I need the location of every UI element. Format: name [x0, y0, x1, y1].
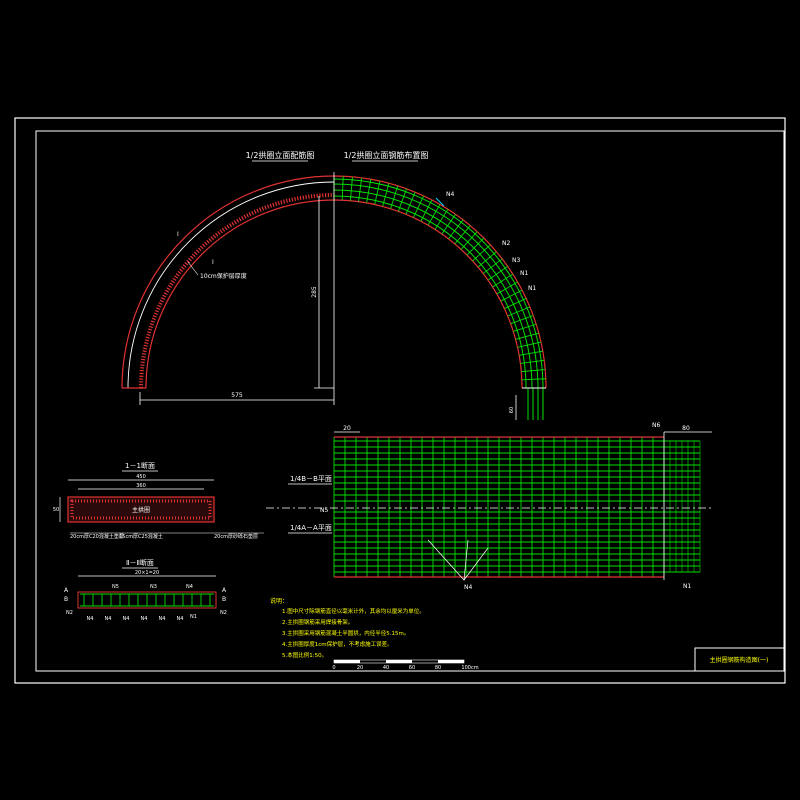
sec2-n4-marker: N4	[87, 616, 94, 622]
sec2-n4-row: N4 N4 N4 N4 N4 N4	[87, 616, 184, 622]
sec1-label-right: 20cm厚砂砾石垫层	[214, 533, 258, 540]
sec1-depth-text: 50	[53, 507, 59, 513]
note-4: 4.主拱圈厚度1cm保护层，不考虑施工误差。	[282, 640, 393, 648]
sec2-label-n2: N2	[66, 610, 73, 616]
sec2-n4-marker: N4	[105, 616, 112, 622]
rebar-radial-tie	[510, 315, 534, 325]
label-n2-arch: N2	[502, 240, 510, 247]
plan-view: 80 20 N6 N5 N1 N4	[266, 422, 712, 591]
label-n4-top: N4	[446, 191, 454, 198]
notes: 说明： 1.图中尺寸除钢筋直径以毫米计外，其余均以厘米为单位。 2.主拱圈钢筋采…	[270, 597, 425, 659]
sec1-label-mid: 15cm厚C25混凝土	[119, 533, 163, 540]
sec2-label-n5: N5	[112, 584, 119, 590]
plan-mesh	[333, 437, 701, 577]
sec2-label-n1: N1	[190, 614, 197, 620]
scale-seg-5	[438, 660, 464, 663]
label-i-bottom: I	[212, 259, 214, 266]
leg-dim-text: 60	[509, 407, 515, 413]
arch-hatch	[139, 193, 335, 389]
scale-seg-3	[386, 660, 412, 663]
plan-spacing-text: 20	[343, 425, 351, 432]
title-sec-1: 1－1断面	[125, 461, 155, 470]
rebar-radial-tie	[405, 191, 416, 215]
arch-rebar-line	[127, 181, 335, 389]
left-half-arch	[121, 175, 335, 389]
sec1-center-label: 主拱圈	[132, 506, 150, 514]
label-n4-plan: N4	[464, 584, 472, 591]
rebar-radial-tie	[441, 214, 456, 235]
scale-tick-1: 20	[357, 665, 363, 671]
right-half-arch	[333, 175, 547, 420]
sec1-inner-text: 360	[136, 483, 146, 489]
sec1-label-left: 20cm厚C20混凝土垫层	[70, 533, 124, 540]
sec2-label-n4: N4	[186, 584, 193, 590]
scale-seg-1	[334, 660, 360, 663]
sec2-n4-marker: N4	[123, 616, 130, 622]
sec1-total-text: 450	[136, 474, 146, 480]
label-10cm-layer: 10cm保护层厚度	[200, 272, 247, 280]
title-sec-2: Ⅱ－Ⅱ断面	[126, 558, 154, 567]
label-n1-plan: N1	[683, 583, 691, 590]
sec2-span-text: 20×1=20	[135, 570, 159, 576]
scale-tick-4: 80	[435, 665, 441, 671]
note-2: 2.主拱圈钢筋采用焊接骨架。	[282, 618, 353, 626]
scale-tick-2: 40	[383, 665, 389, 671]
height-dim-text: 285	[311, 286, 318, 298]
arch-outer-edge	[121, 175, 335, 389]
sec2-n4-marker: N4	[177, 616, 184, 622]
drawing-name: 主拱圈钢筋构造图(一)	[710, 656, 769, 664]
radius-dim-text: 575	[231, 392, 243, 399]
label-n6-plan: N6	[652, 422, 660, 429]
rebar-arc-2	[333, 183, 539, 389]
sec2-stirrups	[83, 594, 211, 606]
rebar-arc-4	[333, 195, 527, 389]
cad-drawing: 1/2拱圈立面配筋图 1/2拱圈立面钢筋布置图 575 285 10cm保护层厚…	[14, 117, 786, 684]
rebar-radial-tie	[487, 266, 508, 281]
title-plan-b: 1/4B－B平面	[290, 475, 332, 483]
scale-bar: 0 20 40 60 80 100cm	[332, 659, 479, 671]
outer-frame	[14, 117, 786, 684]
arch-inner-edge-right	[333, 199, 523, 389]
scale-tick-3: 60	[409, 665, 415, 671]
sec2-label-b: B	[64, 596, 68, 603]
sec2-label-n3: N3	[150, 584, 157, 590]
label-n1-arch: N1	[520, 270, 528, 277]
sec2-label-b-right: B	[222, 596, 226, 603]
rebar-radial-tie	[413, 195, 425, 218]
rebar-radial-tie	[504, 297, 527, 309]
sec2-label-a: A	[64, 587, 69, 594]
section-1-1: 1－1断面 450 360 主拱圈 50 20cm厚C20混凝土垫层 15cm厚…	[53, 461, 264, 540]
sec2-n4-marker: N4	[159, 616, 166, 622]
title-plan-a: 1/4A－A平面	[290, 524, 332, 532]
note-5: 5.本图比例1:50。	[282, 651, 327, 659]
rebar-radial-tie	[397, 188, 407, 212]
rebar-arc-3	[333, 189, 533, 389]
label-i-top: I	[177, 231, 179, 238]
label-n1-arch-2: N1	[528, 285, 536, 292]
title-left-half: 1/2拱圈立面配筋图	[246, 150, 315, 160]
plan-end-dim-text: 80	[682, 425, 690, 432]
notes-header: 说明：	[270, 597, 288, 605]
arch-inner-edge	[145, 199, 335, 389]
note-3: 3.主拱圈采用钢筋混凝土半圆拱，内径半径5.15m。	[282, 629, 409, 637]
section-2-2: Ⅱ－Ⅱ断面 20×1=20 A B A B N5 N3 N4 N2 N2 N1 …	[64, 558, 227, 622]
scale-tick-0: 0	[332, 665, 335, 671]
sec2-n4-marker: N4	[141, 616, 148, 622]
label-n5-plan: N5	[320, 507, 328, 514]
scale-tick-5: 100cm	[461, 665, 478, 671]
note-1: 1.图中尺寸除钢筋直径以毫米计外，其余均以厘米为单位。	[282, 607, 425, 615]
label-n3-arch: N3	[512, 257, 520, 264]
rebar-radial-tie	[507, 306, 531, 317]
sec2-label-a-right: A	[222, 587, 227, 594]
sec2-label-n2-right: N2	[220, 610, 227, 616]
rebar-arc-1	[333, 178, 544, 389]
title-right-half: 1/2拱圈立面钢筋布置图	[344, 150, 429, 160]
